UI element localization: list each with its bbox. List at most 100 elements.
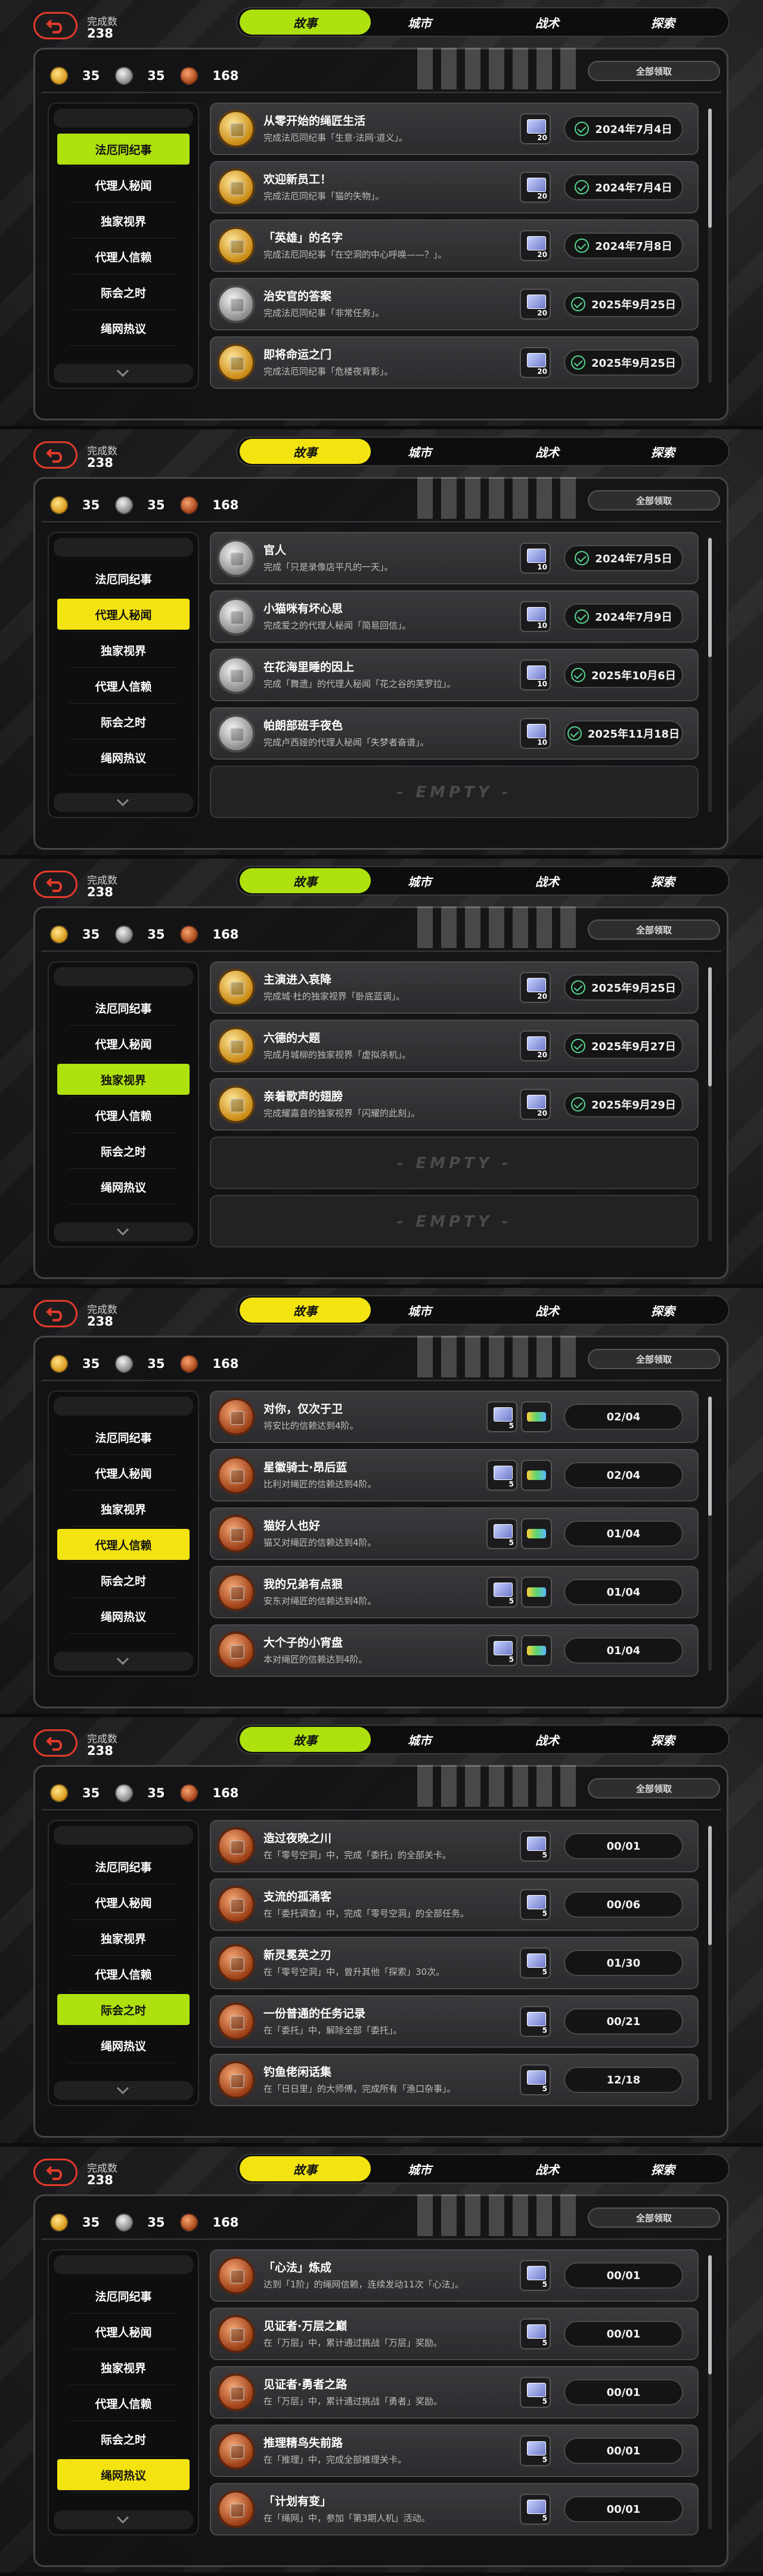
tab-0[interactable]: 故事 xyxy=(240,868,371,893)
sidebar-item-4[interactable]: 际会之时 xyxy=(57,277,190,310)
sidebar-item-2[interactable]: 独家视界 xyxy=(57,1064,190,1097)
tab-1[interactable]: 城市 xyxy=(354,1727,485,1752)
achievement-row[interactable]: 「计划有变」 在「绳网」中，参加「第3期人机」活动。 5 00/01 xyxy=(210,2483,699,2535)
achievement-row[interactable]: 「英雄」的名字 完成法厄同纪事「在空洞的中心呼唤——？」。 20 2024年7月8日 xyxy=(210,219,699,272)
scrollbar-thumb[interactable] xyxy=(708,1397,712,1516)
tab-2[interactable]: 战术 xyxy=(482,1298,613,1323)
achievement-row[interactable]: 对你，仅次于卫 将安比的信赖达到4阶。 5 02/04 xyxy=(210,1391,699,1443)
sidebar-scroll-down[interactable] xyxy=(54,364,193,383)
achievement-row[interactable]: 新灵冕英之刃 在「零号空洞」中，曾升其他「探索」30次。 5 01/30 xyxy=(210,1937,699,1989)
achievement-row[interactable]: 推理精鸟失前路 在「推理」中，完成全部推理关卡。 5 00/01 xyxy=(210,2425,699,2477)
achievement-row[interactable]: 「心法」炼成 达到「1阶」的绳网信赖，连续发动11次「心法」。 5 00/01 xyxy=(210,2249,699,2302)
tab-3[interactable]: 探索 xyxy=(597,439,728,464)
sidebar-item-1[interactable]: 代理人秘闻 xyxy=(57,1887,190,1920)
back-button[interactable] xyxy=(33,1729,77,1757)
sidebar-scroll-up[interactable] xyxy=(54,109,193,128)
sidebar-item-3[interactable]: 代理人信赖 xyxy=(57,2388,190,2421)
back-button[interactable] xyxy=(33,871,77,898)
sidebar-scroll-down[interactable] xyxy=(54,1652,193,1671)
sidebar-item-1[interactable]: 代理人秘闻 xyxy=(57,1457,190,1491)
achievement-row[interactable]: 我的兄弟有点狠 安东对绳匠的信赖达到4阶。 5 01/04 xyxy=(210,1566,699,1618)
back-button[interactable] xyxy=(33,441,77,469)
achievement-row[interactable]: 欢迎新员工！ 完成法厄同纪事「猫的失物」。 20 2024年7月4日 xyxy=(210,161,699,213)
scrollbar-thumb[interactable] xyxy=(708,109,712,228)
achievement-row[interactable]: 六德的大题 完成月城柳的独家视界「虚拟杀机」。 20 2025年9月27日 xyxy=(210,1020,699,1072)
sidebar-item-5[interactable]: 绳网热议 xyxy=(57,1171,190,1205)
sidebar-scroll-down[interactable] xyxy=(54,793,193,812)
list-scrollbar[interactable] xyxy=(708,1397,712,1671)
tab-1[interactable]: 城市 xyxy=(354,2156,485,2181)
tab-0[interactable]: 故事 xyxy=(240,439,371,464)
sidebar-item-2[interactable]: 独家视界 xyxy=(57,2352,190,2385)
back-button[interactable] xyxy=(33,2159,77,2186)
sidebar-item-2[interactable]: 独家视界 xyxy=(57,634,190,668)
sidebar-item-4[interactable]: 际会之时 xyxy=(57,706,190,739)
claim-all-button[interactable]: 全部领取 xyxy=(588,490,720,510)
sidebar-scroll-up[interactable] xyxy=(54,1397,193,1416)
sidebar-scroll-up[interactable] xyxy=(54,538,193,557)
achievement-row[interactable]: 见证者·万层之巅 在「万层」中，累计通过挑战「万层」奖励。 5 00/01 xyxy=(210,2308,699,2360)
sidebar-item-0[interactable]: 法厄同纪事 xyxy=(57,563,190,596)
sidebar-scroll-up[interactable] xyxy=(54,1826,193,1845)
sidebar-item-1[interactable]: 代理人秘闻 xyxy=(57,1028,190,1061)
tab-1[interactable]: 城市 xyxy=(354,1298,485,1323)
tab-2[interactable]: 战术 xyxy=(482,1727,613,1752)
tab-3[interactable]: 探索 xyxy=(597,2156,728,2181)
sidebar-item-0[interactable]: 法厄同纪事 xyxy=(57,1851,190,1884)
sidebar-item-1[interactable]: 代理人秘闻 xyxy=(57,169,190,203)
sidebar-item-2[interactable]: 独家视界 xyxy=(57,205,190,239)
achievement-row[interactable]: 从零开始的绳匠生活 完成法厄同纪事「生意·法网·道义」。 20 2024年7月4日 xyxy=(210,103,699,155)
sidebar-item-4[interactable]: 际会之时 xyxy=(57,1135,190,1169)
sidebar-scroll-down[interactable] xyxy=(54,2081,193,2100)
sidebar-item-1[interactable]: 代理人秘闻 xyxy=(57,599,190,632)
back-button[interactable] xyxy=(33,1300,77,1327)
achievement-row[interactable]: 帕朗部班手夜色 完成卢西娅的代理人秘闻「失梦者奋谱」。 10 2025年11月18日 xyxy=(210,707,699,760)
sidebar-item-4[interactable]: 际会之时 xyxy=(57,1565,190,1598)
tab-3[interactable]: 探索 xyxy=(597,1298,728,1323)
achievement-row[interactable]: 治安官的答案 完成法厄同纪事「非常任务」。 20 2025年9月25日 xyxy=(210,278,699,330)
tab-0[interactable]: 故事 xyxy=(240,10,371,35)
achievement-row[interactable]: 猫好人也好 猫又对绳匠的信赖达到4阶。 5 01/04 xyxy=(210,1507,699,1560)
achievement-row[interactable]: 一份普通的任务记录 在「委托」中，解除全部「委托」。 5 00/21 xyxy=(210,1995,699,2048)
sidebar-item-0[interactable]: 法厄同纪事 xyxy=(57,2280,190,2314)
list-scrollbar[interactable] xyxy=(708,538,712,812)
back-button[interactable] xyxy=(33,12,77,39)
claim-all-button[interactable]: 全部领取 xyxy=(588,2207,720,2228)
list-scrollbar[interactable] xyxy=(708,1826,712,2100)
achievement-row[interactable]: 支流的孤涌客 在「委托调查」中，完成「零号空洞」的全部任务。 5 00/06 xyxy=(210,1878,699,1931)
sidebar-item-5[interactable]: 绳网热议 xyxy=(57,2459,190,2493)
achievement-row[interactable]: 钓鱼佬闲话集 在「日日里」的大师傅，完成所有「渔口杂事」。 5 12/18 xyxy=(210,2054,699,2106)
sidebar-item-4[interactable]: 际会之时 xyxy=(57,2423,190,2457)
achievement-row[interactable]: 亲着歌声的翅膀 完成耀嘉音的独家视界「闪耀的此刻」。 20 2025年9月29日 xyxy=(210,1078,699,1131)
claim-all-button[interactable]: 全部领取 xyxy=(588,1349,720,1369)
sidebar-item-3[interactable]: 代理人信赖 xyxy=(57,241,190,274)
claim-all-button[interactable]: 全部领取 xyxy=(588,1778,720,1798)
achievement-row[interactable]: 见证者·勇者之路 在「万层」中，累计通过挑战「勇者」奖励。 5 00/01 xyxy=(210,2366,699,2419)
sidebar-scroll-down[interactable] xyxy=(54,1222,193,1241)
tab-0[interactable]: 故事 xyxy=(240,1727,371,1752)
scrollbar-thumb[interactable] xyxy=(708,967,712,1086)
sidebar-scroll-up[interactable] xyxy=(54,2255,193,2274)
sidebar-item-0[interactable]: 法厄同纪事 xyxy=(57,992,190,1026)
tab-0[interactable]: 故事 xyxy=(240,2156,371,2181)
sidebar-item-5[interactable]: 绳网热议 xyxy=(57,1600,190,1634)
scrollbar-thumb[interactable] xyxy=(708,1826,712,1945)
sidebar-item-4[interactable]: 际会之时 xyxy=(57,1994,190,2027)
tab-2[interactable]: 战术 xyxy=(482,2156,613,2181)
tab-0[interactable]: 故事 xyxy=(240,1298,371,1323)
achievement-row[interactable]: 星徽骑士·昂后蓝 比利对绳匠的信赖达到4阶。 5 02/04 xyxy=(210,1449,699,1501)
sidebar-item-0[interactable]: 法厄同纪事 xyxy=(57,1422,190,1455)
achievement-row[interactable]: 造过夜晚之川 在「零号空洞」中，完成「委托」的全部关卡。 5 00/01 xyxy=(210,1820,699,1872)
sidebar-item-3[interactable]: 代理人信赖 xyxy=(57,1100,190,1133)
list-scrollbar[interactable] xyxy=(708,967,712,1241)
achievement-row[interactable]: 在花海里睡的因上 完成「舞遗」的代理人秘闻「花之谷的芙罗拉」。 10 2025年10月… xyxy=(210,649,699,701)
scrollbar-thumb[interactable] xyxy=(708,2255,712,2374)
claim-all-button[interactable]: 全部领取 xyxy=(588,61,720,81)
tab-3[interactable]: 探索 xyxy=(597,868,728,893)
sidebar-item-3[interactable]: 代理人信赖 xyxy=(57,670,190,704)
achievement-row[interactable]: 官人 完成「只是录像店平凡的一天」。 10 2024年7月5日 xyxy=(210,532,699,584)
sidebar-item-5[interactable]: 绳网热议 xyxy=(57,742,190,775)
sidebar-item-2[interactable]: 独家视界 xyxy=(57,1922,190,1956)
sidebar-scroll-up[interactable] xyxy=(54,967,193,986)
tab-1[interactable]: 城市 xyxy=(354,868,485,893)
